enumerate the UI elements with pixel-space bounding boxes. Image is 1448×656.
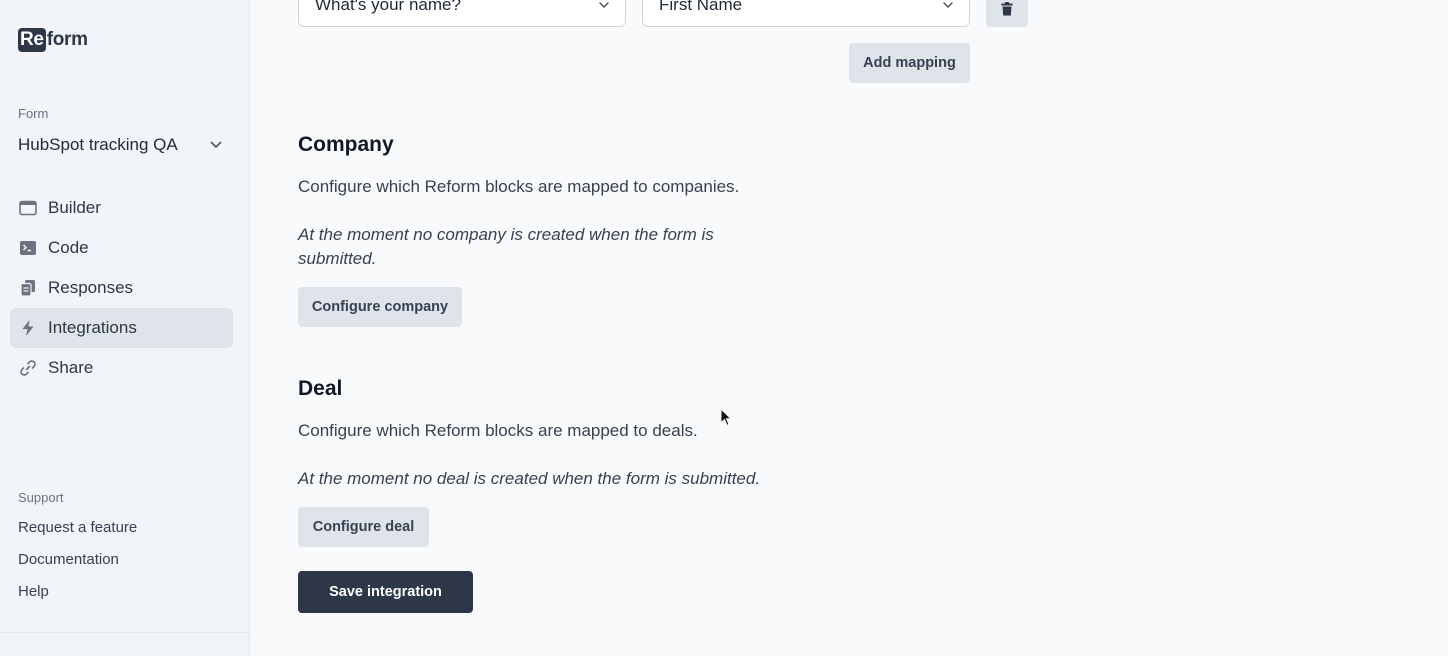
terminal-icon	[18, 238, 38, 258]
sidebar-item-responses[interactable]: Responses	[10, 268, 233, 308]
sidebar-item-code[interactable]: Code	[10, 228, 233, 268]
logo-mark: Re	[18, 28, 46, 52]
chevron-down-icon	[599, 1, 609, 8]
add-mapping-button[interactable]: Add mapping	[849, 43, 970, 83]
form-section-label: Form	[18, 106, 49, 121]
target-property-select-value: First Name	[659, 0, 743, 14]
company-heading: Company	[298, 133, 394, 156]
documents-icon	[18, 278, 38, 298]
link-icon	[18, 358, 38, 378]
sidebar-item-builder[interactable]: Builder	[10, 188, 233, 228]
configure-deal-button[interactable]: Configure deal	[298, 507, 429, 547]
documentation-link[interactable]: Documentation	[18, 548, 137, 580]
support-section-label: Support	[18, 490, 64, 505]
sidebar-item-label: Responses	[48, 278, 134, 297]
help-link[interactable]: Help	[18, 580, 137, 612]
source-block-select-value: What's your name?	[315, 0, 461, 14]
save-integration-button[interactable]: Save integration	[298, 571, 473, 613]
form-selector[interactable]: HubSpot tracking QA	[18, 133, 232, 157]
logo-text: form	[46, 29, 88, 50]
deal-heading: Deal	[298, 377, 343, 400]
sidebar: Re form Form HubSpot tracking QA Builder …	[0, 0, 250, 656]
sidebar-item-label: Builder	[48, 198, 101, 217]
sidebar-divider	[0, 632, 250, 633]
chevron-down-icon	[943, 1, 953, 8]
form-selector-value: HubSpot tracking QA	[18, 135, 178, 154]
source-block-select[interactable]: What's your name?	[298, 0, 626, 27]
target-property-select[interactable]: First Name	[642, 0, 970, 27]
trash-icon	[1001, 2, 1013, 16]
support-links: Request a feature Documentation Help	[18, 516, 137, 612]
deal-description: Configure which Reform blocks are mapped…	[298, 421, 698, 440]
lightning-icon	[18, 318, 38, 338]
deal-note: At the moment no deal is created when th…	[298, 469, 761, 488]
reform-logo[interactable]: Re form	[18, 28, 88, 52]
sidebar-item-label: Code	[48, 238, 89, 257]
delete-mapping-button[interactable]	[986, 0, 1028, 27]
sidebar-item-integrations[interactable]: Integrations	[10, 308, 233, 348]
configure-company-button[interactable]: Configure company	[298, 287, 462, 327]
chevron-down-icon	[210, 141, 222, 149]
sidebar-item-label: Share	[48, 358, 94, 377]
sidebar-nav: Builder Code Responses Integrations Shar…	[10, 188, 233, 388]
mouse-cursor-icon	[720, 408, 732, 427]
sidebar-item-label: Integrations	[48, 318, 137, 337]
sidebar-item-share[interactable]: Share	[10, 348, 233, 388]
company-note: At the moment no company is created when…	[298, 225, 714, 268]
request-feature-link[interactable]: Request a feature	[18, 516, 137, 548]
company-description: Configure which Reform blocks are mapped…	[298, 177, 740, 196]
browser-window-icon	[18, 198, 38, 218]
